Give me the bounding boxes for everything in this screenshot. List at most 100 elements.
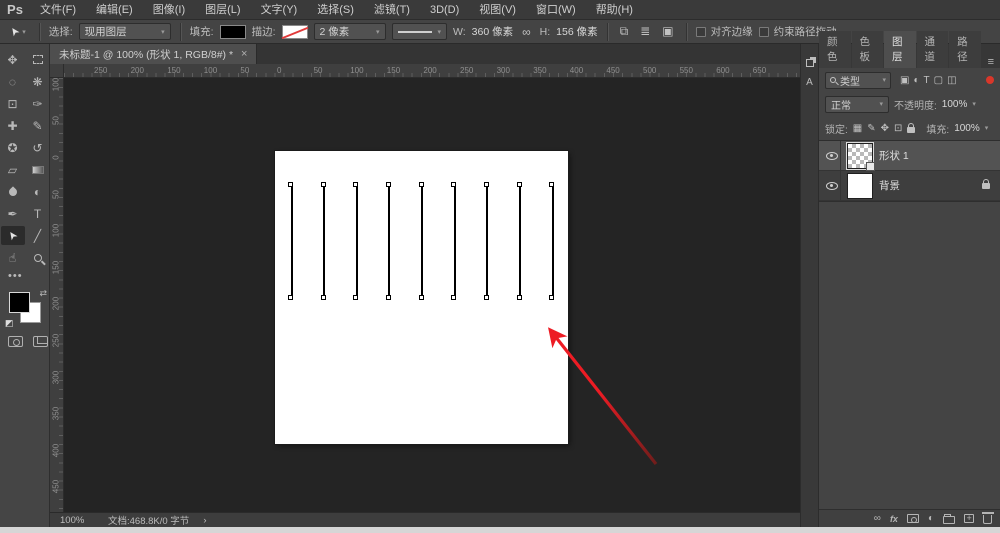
path-anchor-point[interactable] xyxy=(451,295,457,300)
healing-brush-tool[interactable]: ✚ xyxy=(1,116,25,135)
horizontal-ruler[interactable]: 250 200 150 100 50 0 50 100 150 200 250 300 350 400 45… xyxy=(64,64,800,78)
swap-colors-icon[interactable]: ⇄ xyxy=(39,288,47,299)
path-anchor-point[interactable] xyxy=(353,182,359,187)
close-icon[interactable]: × xyxy=(241,48,247,60)
layer-row-shape1[interactable]: 形状 1 xyxy=(819,141,1000,171)
layer-fill-value[interactable]: 100% xyxy=(954,123,980,134)
menu-item[interactable]: 3D(D) xyxy=(420,0,469,20)
filter-type-dropdown[interactable]: 类型 ▾ xyxy=(825,71,891,89)
shape-height-field[interactable]: 156 像素 xyxy=(556,24,597,39)
menu-item[interactable]: 窗口(W) xyxy=(526,0,586,20)
dodge-tool[interactable]: ◐ xyxy=(26,182,50,201)
filter-toggle-icon[interactable] xyxy=(986,76,994,84)
character-panel-icon[interactable]: A xyxy=(806,77,813,88)
shape-line[interactable] xyxy=(519,185,522,297)
filter-shape-layers-icon[interactable]: ▢ xyxy=(934,75,943,86)
layer-row-background[interactable]: 背景 xyxy=(819,171,1000,201)
adjustment-layer-icon[interactable]: ◐ xyxy=(928,513,934,524)
shape-line[interactable] xyxy=(421,185,424,297)
path-anchor-point[interactable] xyxy=(320,295,326,300)
current-tool-button[interactable]: ➤ ▾ xyxy=(6,24,30,39)
stroke-width-dropdown[interactable]: 2 像素 ▾ xyxy=(313,23,386,40)
path-alignment-icon[interactable]: ≣ xyxy=(637,24,653,39)
lock-pixels-icon[interactable]: ✎ xyxy=(867,123,875,134)
path-arrange-icon[interactable]: ▣ xyxy=(659,24,676,39)
path-anchor-point[interactable] xyxy=(288,182,293,187)
path-selection-tool[interactable]: ➤ xyxy=(0,226,25,245)
filter-pixel-layers-icon[interactable]: ▣ xyxy=(900,75,909,86)
menu-item[interactable]: 滤镜(T) xyxy=(364,0,420,20)
visibility-toggle[interactable] xyxy=(823,171,841,200)
brush-tool[interactable]: ✎ xyxy=(26,116,50,135)
panel-tab-inactive[interactable]: 颜色 xyxy=(819,31,851,68)
path-anchor-point[interactable] xyxy=(353,295,359,300)
panel-tab-active[interactable]: 图层 xyxy=(884,31,916,68)
align-edges-checkbox[interactable]: 对齐边缘 xyxy=(695,24,753,39)
zoom-level-field[interactable]: 100% xyxy=(60,515,94,526)
marquee-tool[interactable] xyxy=(26,50,50,69)
pen-tool[interactable]: ✒ xyxy=(1,204,25,223)
path-anchor-point[interactable] xyxy=(418,182,424,187)
stroke-type-dropdown[interactable]: ▾ xyxy=(391,23,448,40)
move-tool[interactable]: ✥ xyxy=(1,50,25,69)
shape-line[interactable] xyxy=(355,185,358,297)
lasso-tool[interactable]: ◌ xyxy=(1,72,25,91)
fill-color-swatch[interactable] xyxy=(219,24,246,39)
path-anchor-point[interactable] xyxy=(385,182,391,187)
screen-mode-button[interactable] xyxy=(33,336,48,347)
type-tool[interactable]: T xyxy=(26,204,50,223)
lock-position-icon[interactable]: ✥ xyxy=(881,123,889,134)
layer-style-icon[interactable]: fx xyxy=(890,514,898,524)
panel-tab-inactive[interactable]: 路径 xyxy=(949,31,981,68)
default-colors-icon[interactable]: ◩ xyxy=(5,318,14,329)
menu-item[interactable]: 视图(V) xyxy=(469,0,526,20)
blur-tool[interactable] xyxy=(1,182,25,201)
select-mode-dropdown[interactable]: 现用图层 ▾ xyxy=(78,23,171,40)
blend-mode-dropdown[interactable]: 正常 ▾ xyxy=(825,95,889,113)
panel-tab-inactive[interactable]: 通道 xyxy=(916,31,949,68)
shape-line[interactable] xyxy=(323,185,326,297)
panel-menu-icon[interactable]: ≡ xyxy=(982,56,1000,68)
shape-line[interactable] xyxy=(388,185,391,297)
chevron-down-icon[interactable]: ▾ xyxy=(972,100,976,108)
link-dimensions-icon[interactable]: ∞ xyxy=(519,25,534,39)
menu-item[interactable]: 选择(S) xyxy=(307,0,364,20)
filter-smart-objects-icon[interactable]: ◫ xyxy=(947,75,956,86)
document-tab[interactable]: 未标题-1 @ 100% (形状 1, RGB/8#) * × xyxy=(50,44,258,64)
path-anchor-point[interactable] xyxy=(549,295,555,300)
gradient-tool[interactable] xyxy=(26,160,50,179)
layer-name[interactable]: 形状 1 xyxy=(879,148,909,163)
history-brush-tool[interactable]: ↺ xyxy=(26,138,50,157)
lock-artboard-icon[interactable]: ⊡ xyxy=(894,123,902,134)
path-anchor-point[interactable] xyxy=(320,182,326,187)
vertical-ruler[interactable]: 100 50 0 50 100 150 200 250 300 350 400 450 xyxy=(50,78,64,512)
zoom-tool[interactable] xyxy=(26,248,50,267)
path-anchor-point[interactable] xyxy=(549,182,555,187)
status-flyout-icon[interactable]: › xyxy=(203,515,206,526)
lock-transparency-icon[interactable]: ▦ xyxy=(853,123,862,134)
menu-item[interactable]: 帮助(H) xyxy=(586,0,643,20)
menu-item[interactable]: 编辑(E) xyxy=(86,0,143,20)
opacity-value[interactable]: 100% xyxy=(942,99,968,110)
quick-mask-button[interactable] xyxy=(8,336,23,347)
line-tool[interactable]: ╱ xyxy=(26,226,50,245)
ruler-corner[interactable] xyxy=(50,64,64,78)
toolbar-overflow-icon[interactable]: ••• xyxy=(0,270,23,282)
lock-all-icon[interactable] xyxy=(907,122,916,133)
layer-thumbnail[interactable] xyxy=(847,172,873,199)
document-canvas[interactable] xyxy=(275,151,568,444)
layer-name[interactable]: 背景 xyxy=(879,178,900,193)
canvas-viewport[interactable] xyxy=(64,78,800,512)
path-anchor-point[interactable] xyxy=(483,182,489,187)
path-anchor-point[interactable] xyxy=(516,295,522,300)
path-anchor-point[interactable] xyxy=(385,295,391,300)
delete-layer-icon[interactable] xyxy=(981,512,994,524)
chevron-down-icon[interactable]: ▾ xyxy=(985,124,989,132)
path-operations-icon[interactable]: ⧉ xyxy=(617,24,632,39)
crop-tool[interactable]: ⊡ xyxy=(1,94,25,113)
shape-line[interactable] xyxy=(290,185,293,297)
shape-line[interactable] xyxy=(453,185,456,297)
add-mask-icon[interactable] xyxy=(906,514,919,523)
path-anchor-point[interactable] xyxy=(483,295,489,300)
panel-tab-inactive[interactable]: 色板 xyxy=(851,31,884,68)
